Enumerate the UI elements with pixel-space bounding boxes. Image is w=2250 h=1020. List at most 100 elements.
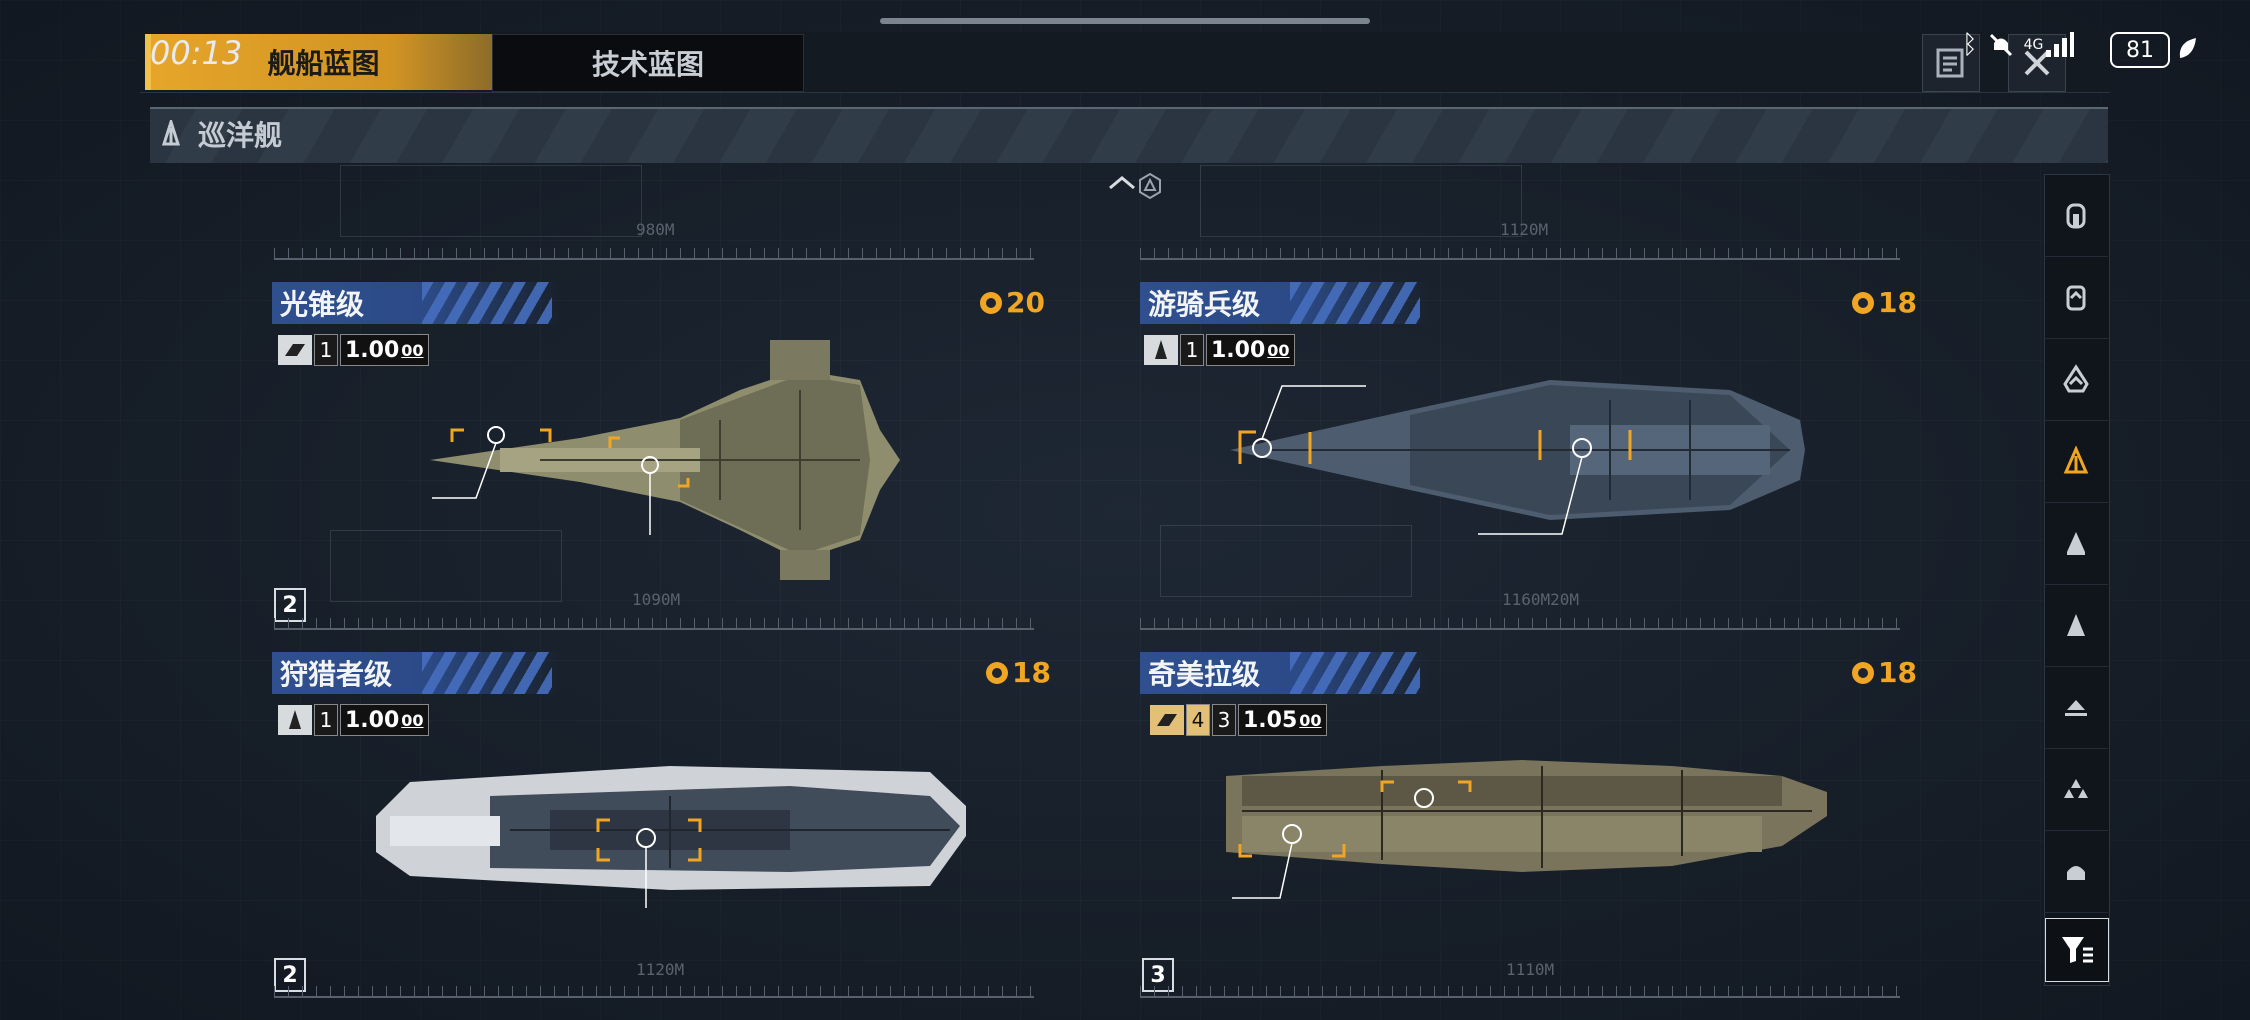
scale-ruler xyxy=(1140,248,1900,260)
ship-name-banner: 游骑兵级 xyxy=(1140,282,1428,324)
fighter-squad-icon xyxy=(2064,779,2088,798)
category-title: 巡洋舰 xyxy=(198,119,283,152)
ship-image[interactable] xyxy=(1210,370,1810,544)
leaf-icon xyxy=(2179,38,2196,58)
ship-name-banner: 光锥级 xyxy=(272,282,560,324)
blueprint-decoration xyxy=(340,165,642,237)
corvette-icon xyxy=(2067,614,2085,636)
cost-value: 18 xyxy=(1012,656,1051,689)
ship-stats: 1 1.00 00 xyxy=(278,704,429,736)
signal-icon xyxy=(2046,32,2075,57)
stat-modifier-value: 1.00 xyxy=(345,337,400,363)
banner-stripes xyxy=(422,652,552,694)
stat-modifier: 1.05 00 xyxy=(1238,704,1327,736)
cost-value: 18 xyxy=(1878,286,1917,319)
carrier-icon xyxy=(2066,203,2086,229)
stat-level: 1 xyxy=(314,334,338,366)
ship-name: 光锥级 xyxy=(280,288,365,321)
ship-stats: 1 1.00 00 xyxy=(1144,334,1295,366)
nav-item-fighter-squad[interactable] xyxy=(2044,748,2108,831)
filter-icon xyxy=(2062,937,2093,963)
stat-modifier-suffix: 00 xyxy=(1267,340,1290,360)
ship-cost: 18 xyxy=(1852,286,1917,319)
status-time: 00:13 xyxy=(150,34,243,72)
nav-item-cruiser[interactable] xyxy=(2044,420,2108,503)
stat-level: 1 xyxy=(1180,334,1204,366)
stat-modifier: 1.00 00 xyxy=(340,704,429,736)
status-icons: ᛒ 4G xyxy=(1962,30,2075,60)
speed-icon xyxy=(1150,705,1184,735)
blueprint-decoration xyxy=(1200,165,1522,237)
cruiser-icon xyxy=(1144,335,1178,365)
network-label: 4G xyxy=(2023,37,2044,53)
support-icon xyxy=(2065,700,2087,716)
cost-value: 20 xyxy=(1006,286,1045,319)
nav-item-support[interactable] xyxy=(2044,666,2108,749)
stat-modifier: 1.00 00 xyxy=(340,334,429,366)
battery-indicator: 81 xyxy=(2110,32,2170,68)
ship-stats: 4 3 1.05 00 xyxy=(1150,704,1327,736)
nav-item-auxiliary[interactable] xyxy=(2044,830,2108,913)
scale-ruler xyxy=(274,618,1034,630)
stat-modifier-suffix: 00 xyxy=(1299,710,1322,730)
nav-item-destroyer[interactable] xyxy=(2044,338,2108,421)
ship-name-banner: 奇美拉级 xyxy=(1140,652,1428,694)
mute-icon xyxy=(1989,33,2012,57)
category-header xyxy=(150,107,2108,163)
scale-ruler xyxy=(274,986,1034,998)
scale-label: 1090M xyxy=(632,590,681,609)
home-indicator[interactable] xyxy=(880,18,1370,24)
tab-tech-blueprint[interactable]: 技术蓝图 xyxy=(492,34,804,92)
auxiliary-icon xyxy=(2067,866,2085,880)
ship-name: 奇美拉级 xyxy=(1148,658,1261,691)
ship-name: 游骑兵级 xyxy=(1148,288,1261,321)
nav-item-frigate[interactable] xyxy=(2044,502,2108,585)
ship-cost: 18 xyxy=(1852,656,1917,689)
ship-cost: 18 xyxy=(986,656,1051,689)
scale-label: 980M xyxy=(636,220,675,239)
nav-item-carrier[interactable] xyxy=(2044,174,2108,257)
cruiser-icon xyxy=(2063,446,2089,474)
stat-modifier-suffix: 00 xyxy=(401,710,424,730)
speed-icon xyxy=(278,335,312,365)
scale-label: 1160M20M xyxy=(1502,590,1580,609)
destroyer-heavy-icon xyxy=(2063,364,2089,393)
cost-value: 18 xyxy=(1878,656,1917,689)
stat-level: 4 xyxy=(1186,704,1210,736)
coin-icon xyxy=(986,661,1008,684)
frigate-icon xyxy=(2067,532,2085,555)
banner-stripes xyxy=(1290,652,1420,694)
ship-image[interactable] xyxy=(370,756,970,920)
coin-icon xyxy=(1852,661,1874,684)
ship-name-banner: 狩猎者级 xyxy=(272,652,560,694)
banner-stripes xyxy=(1290,282,1420,324)
scale-ruler xyxy=(274,248,1034,260)
ship-image[interactable] xyxy=(1222,756,1832,910)
stat-modifier-value: 1.05 xyxy=(1243,707,1298,733)
battlecruiser-icon xyxy=(2066,285,2086,311)
ship-stats: 1 1.00 00 xyxy=(278,334,429,366)
scale-ruler xyxy=(1140,986,1900,998)
ship-image[interactable] xyxy=(420,330,910,594)
stat-level: 1 xyxy=(314,704,338,736)
nav-item-battlecruiser[interactable] xyxy=(2044,256,2108,339)
stat-modifier-value: 1.00 xyxy=(1211,337,1266,363)
scale-label: 1120M xyxy=(1500,220,1549,239)
cruiser-icon xyxy=(278,705,312,735)
scale-label: 1120M xyxy=(636,960,685,979)
ship-name: 狩猎者级 xyxy=(280,658,393,691)
collapse-icon[interactable] xyxy=(1108,166,1168,206)
banner-stripes xyxy=(422,282,552,324)
scale-ruler xyxy=(1140,618,1900,630)
cruiser-icon xyxy=(161,120,181,146)
ship-cost: 20 xyxy=(980,286,1045,319)
coin-icon xyxy=(980,291,1002,314)
stat-modifier: 1.00 00 xyxy=(1206,334,1295,366)
scale-label: 1110M xyxy=(1506,960,1555,979)
coin-icon xyxy=(1852,291,1874,314)
filter-button[interactable] xyxy=(2045,918,2109,982)
tier-badge: 2 xyxy=(274,588,306,622)
nav-item-corvette[interactable] xyxy=(2044,584,2108,667)
stat-level-secondary: 3 xyxy=(1212,704,1236,736)
stat-modifier-value: 1.00 xyxy=(345,707,400,733)
